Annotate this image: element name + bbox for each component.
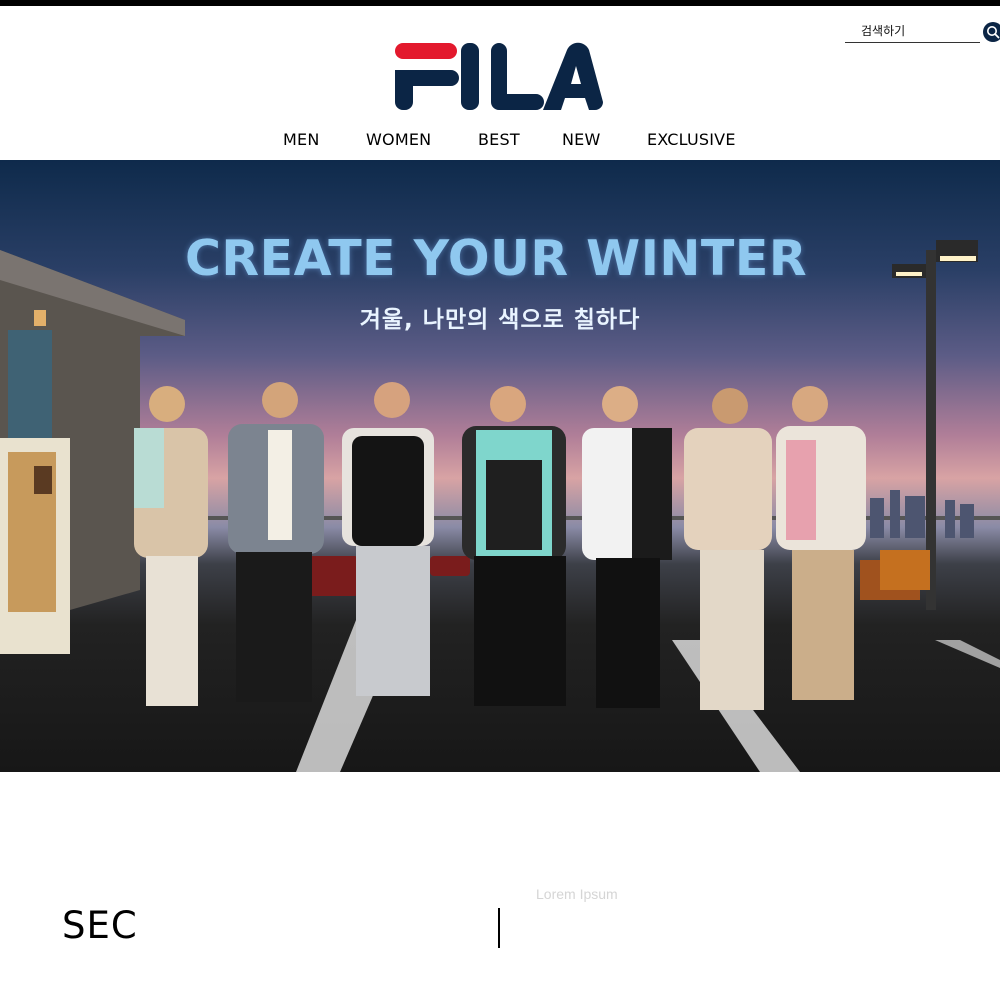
nav-item-exclusive[interactable]: EXCLUSIVE bbox=[647, 130, 736, 149]
model-7 bbox=[776, 386, 866, 700]
search-box bbox=[845, 19, 1000, 47]
nav-item-best[interactable]: BEST bbox=[478, 130, 520, 149]
search-input[interactable] bbox=[845, 19, 980, 43]
top-bar bbox=[0, 0, 1000, 6]
nav-item-new[interactable]: NEW bbox=[562, 130, 601, 149]
model-5 bbox=[582, 386, 672, 708]
model-2 bbox=[228, 382, 324, 702]
nav-item-men[interactable]: MEN bbox=[283, 130, 319, 149]
lorem-text: Lorem Ipsum bbox=[536, 886, 618, 902]
model-1 bbox=[134, 386, 208, 706]
hero-headline: CREATE YOUR WINTER bbox=[184, 230, 808, 287]
fila-logo-mark bbox=[395, 42, 603, 110]
fila-logo[interactable] bbox=[395, 40, 605, 112]
hero-banner[interactable]: CREATE YOUR WINTER 겨울, 나만의 색으로 칠하다 bbox=[0, 160, 1000, 772]
main-nav: MEN WOMEN BEST NEW EXCLUSIVE bbox=[0, 130, 1000, 156]
section-title: SEC bbox=[62, 904, 138, 947]
section-divider bbox=[498, 908, 500, 948]
search-icon bbox=[987, 26, 1000, 39]
nav-item-women[interactable]: WOMEN bbox=[366, 130, 431, 149]
search-button[interactable] bbox=[983, 22, 1000, 42]
hero-subheadline: 겨울, 나만의 색으로 칠하다 bbox=[359, 307, 641, 333]
model-4 bbox=[462, 386, 566, 706]
